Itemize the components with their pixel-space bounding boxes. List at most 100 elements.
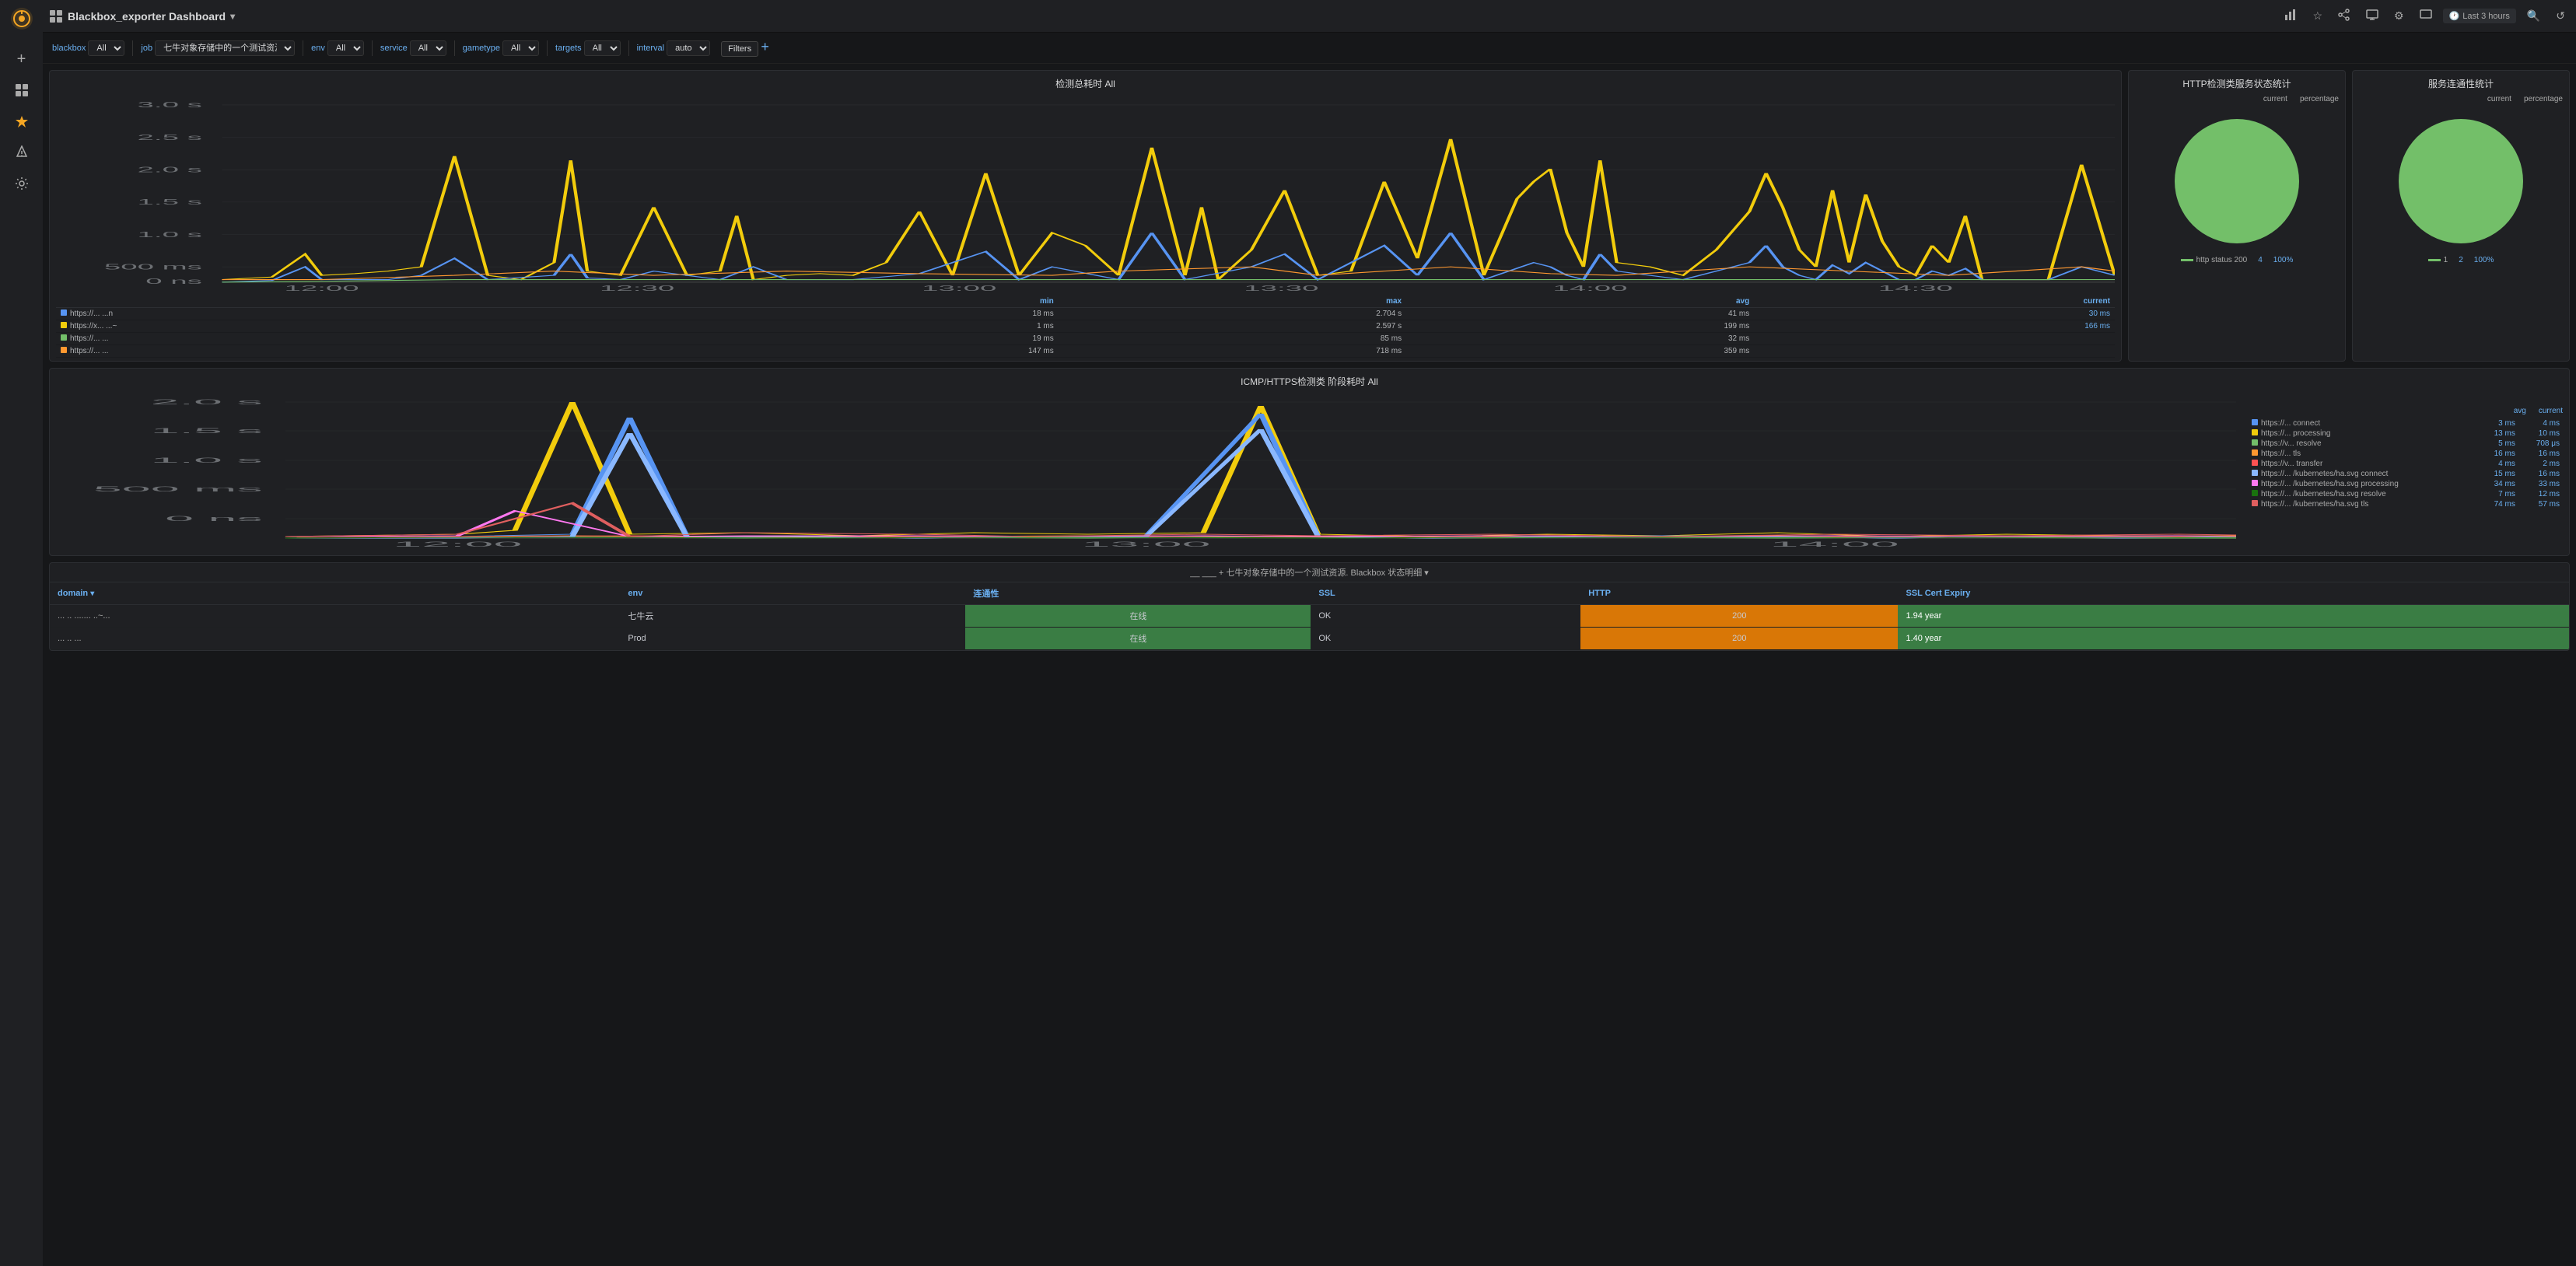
monitor-icon[interactable] [2415,5,2437,26]
panel5-subtitle[interactable]: __ ___ + 七牛对象存储中的一个测试资源. Blackbox 状态明细 ▾ [50,563,2569,582]
filter-targets-label[interactable]: targets [555,44,582,53]
icmp-legend-row[interactable]: https://... /kubernetes/ha.svg tls 74 ms… [2249,499,2563,509]
pie-legend-item: http status 200 [2181,256,2248,264]
legend-max: 718 ms [1059,345,1406,358]
title-dropdown-icon[interactable]: ▾ [230,11,235,22]
icmp-legend-avg: 3 ms [2477,418,2518,428]
legend-row[interactable]: https://... ...n 18 ms 2.704 s 41 ms 30 … [56,308,2115,320]
filter-divider-6 [628,40,629,56]
icmp-legend-row[interactable]: https://... /kubernetes/ha.svg processin… [2249,479,2563,489]
icmp-legend-avg: 5 ms [2477,439,2518,449]
icmp-legend-row[interactable]: https://... tls 16 ms 16 ms [2249,449,2563,459]
filter-job-select[interactable]: 七牛对象存储中的一个测试资源... [155,40,295,56]
legend-min: 147 ms [711,345,1059,358]
panel-detection-time: 检测总耗时 All 3.0 s 2.5 s 2.0 s 1.5 s 1.0 s [49,70,2122,362]
sidebar-item-starred[interactable] [8,107,36,135]
chart-icon[interactable] [2280,5,2301,26]
status-table-row[interactable]: ... .. ....... ..~... 七牛云 在线 OK 200 1.94… [50,605,2569,628]
legend-label: https://... ... [70,334,108,343]
sidebar-item-alerts[interactable] [8,138,36,166]
icmp-legend-row[interactable]: https://... connect 3 ms 4 ms [2249,418,2563,428]
search-icon[interactable]: 🔍 [2522,6,2545,26]
legend-color-swatch [2181,259,2193,261]
icmp-legend-label: https://... connect [2261,419,2320,428]
cell-http: 200 [1580,628,1898,650]
cell-expiry: 1.40 year [1898,628,2569,650]
legend-color-swatch [2428,259,2441,261]
grafana-logo[interactable] [9,6,34,31]
filter-blackbox-select[interactable]: All [88,40,124,56]
panel-connectivity: 服务连通性统计 current percentage 1 2 100% [2352,70,2570,362]
sidebar-item-add[interactable]: + [8,45,36,73]
filter-blackbox: blackbox All [52,40,124,56]
icmp-legend-row[interactable]: https://v... resolve 5 ms 708 μs [2249,439,2563,449]
filter-interval-select[interactable]: auto [667,40,710,56]
icmp-legend-row[interactable]: https://... /kubernetes/ha.svg resolve 7… [2249,489,2563,499]
filter-service-label[interactable]: service [380,44,408,53]
panel3-header-percentage: percentage [2524,95,2563,103]
icmp-legend-row[interactable]: https://... /kubernetes/ha.svg connect 1… [2249,469,2563,479]
svg-text:13:00: 13:00 [922,284,996,292]
legend-avg: 32 ms [1406,333,1754,345]
filter-targets-select[interactable]: All [584,40,621,56]
filter-env: env All [311,40,364,56]
filter-env-label[interactable]: env [311,44,325,53]
filter-env-select[interactable]: All [327,40,364,56]
refresh-icon[interactable]: ↺ [2551,6,2570,26]
filter-service-select[interactable]: All [410,40,446,56]
svg-text:500 ms: 500 ms [104,263,202,271]
legend-row[interactable]: https://x... ...~ 1 ms 2.597 s 199 ms 16… [56,320,2115,333]
icmp-legend-label: https://... /kubernetes/ha.svg tls [2261,500,2368,509]
svg-text:0 ns: 0 ns [145,277,202,285]
tv-icon[interactable] [2361,5,2383,26]
status-table-row[interactable]: ... .. ... Prod 在线 OK 200 1.40 year [50,628,2569,650]
sidebar-item-settings[interactable] [8,170,36,198]
panel3-pie-area: 1 2 100% [2353,105,2569,271]
add-filter-button[interactable]: + [761,40,769,54]
col-env: env [620,582,965,605]
icmp-legend-current: 4 ms [2518,418,2563,428]
icmp-legend-row[interactable]: https://... processing 13 ms 10 ms [2249,428,2563,439]
filter-blackbox-label[interactable]: blackbox [52,44,86,53]
panel1-title: 检测总耗时 All [50,71,2121,93]
legend-row[interactable]: https://... ... 147 ms 718 ms 359 ms [56,345,2115,358]
filter-job-label[interactable]: job [141,44,152,53]
legend-max: 2.704 s [1059,308,1406,320]
row-3: __ ___ + 七牛对象存储中的一个测试资源. Blackbox 状态明细 ▾… [49,562,2570,651]
legend-col-min: min [711,296,1059,308]
cell-http: 200 [1580,605,1898,628]
settings-icon[interactable]: ⚙ [2389,6,2409,26]
svg-text:500 ms: 500 ms [93,485,263,493]
svg-text:2.5 s: 2.5 s [138,133,202,142]
icmp-legend-row[interactable]: https://v... transfer 4 ms 2 ms [2249,459,2563,469]
filter-gametype-label[interactable]: gametype [463,44,500,53]
share-icon[interactable] [2333,5,2355,26]
panel2-pie-area: http status 200 4 100% [2129,105,2345,271]
svg-text:12:00: 12:00 [393,540,522,548]
icmp-legend-current: 2 ms [2518,459,2563,469]
icmp-legend-current: 16 ms [2518,469,2563,479]
icmp-legend-avg: 7 ms [2477,489,2518,499]
svg-text:0 ns: 0 ns [165,515,262,523]
legend-current [1754,333,2115,345]
topbar: Blackbox_exporter Dashboard ▾ ☆ ⚙ 🕐 Last… [43,0,2576,33]
filters-button[interactable]: Filters [721,41,758,57]
svg-text:14:00: 14:00 [1552,284,1627,292]
svg-text:14:30: 14:30 [1878,284,1953,292]
svg-text:2.0 s: 2.0 s [138,166,202,174]
filter-interval-label[interactable]: interval [637,44,664,53]
col-domain[interactable]: domain ▾ [50,582,620,605]
icmp-legend-avg-header: avg [2514,407,2526,415]
sidebar-item-dashboards[interactable] [8,76,36,104]
star-icon[interactable]: ☆ [2308,6,2327,26]
pie-legend-pct: 100% [2273,256,2294,264]
col-connectivity: 连通性 [965,582,1311,605]
filter-gametype-select[interactable]: All [502,40,539,56]
time-range-picker[interactable]: 🕐 Last 3 hours [2443,9,2516,23]
legend-col-current: current [1754,296,2115,308]
legend-label: https://... ... [70,347,108,355]
panel2-title: HTTP检测类服务状态统计 [2129,71,2345,93]
row-1: 检测总耗时 All 3.0 s 2.5 s 2.0 s 1.5 s 1.0 s [49,70,2570,362]
legend-label: https://x... ...~ [70,322,117,330]
legend-row[interactable]: https://... ... 19 ms 85 ms 32 ms [56,333,2115,345]
